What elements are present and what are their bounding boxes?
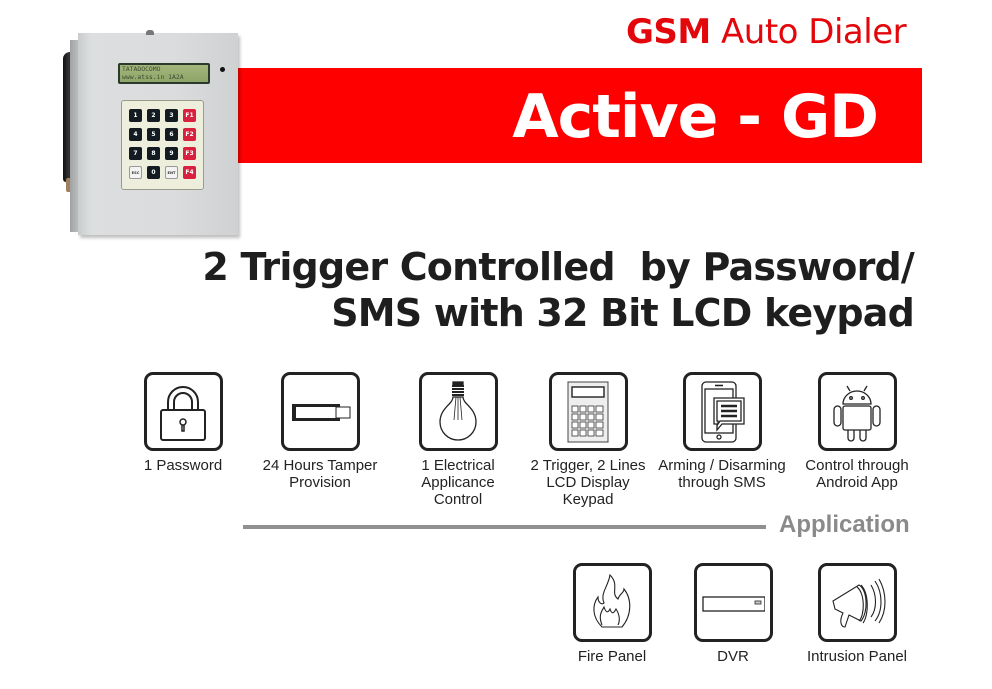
application-heading: Application (779, 511, 910, 538)
device-key-3: 3 (165, 109, 178, 122)
section-divider (243, 525, 766, 529)
device-key-esc: ESC (129, 166, 142, 179)
dvr-icon (702, 595, 765, 612)
feature-icon-box (682, 372, 762, 451)
fire-icon (593, 573, 631, 628)
device-lcd-screen: TATADOCOMO www.atss.in 1A2A (120, 65, 208, 82)
device-lcd: TATADOCOMO www.atss.in 1A2A (118, 63, 210, 84)
feature-label: 1 Electrical Applicance Control (421, 457, 495, 508)
android-icon (833, 385, 881, 442)
brand-title: GSM Auto Dialer (626, 12, 907, 52)
feature-android: Control through Android App (782, 372, 932, 491)
phone-sms-icon (701, 380, 745, 443)
device-keypad: 1 2 3 F1 4 5 6 F2 7 8 9 F3 ESC 0 ENT F4 (121, 100, 204, 190)
feature-appliance: 1 Electrical Applicance Control (383, 372, 533, 508)
application-fire-panel: Fire Panel (547, 563, 677, 665)
device-key-8: 8 (147, 147, 160, 160)
application-intrusion-panel: Intrusion Panel (792, 563, 922, 665)
siren-speaker-icon (832, 578, 886, 628)
device-key-6: 6 (165, 128, 178, 141)
headline: 2 Trigger Controlled by Password/SMS wit… (202, 244, 914, 336)
lcd-line-2: www.atss.in 1A2A (122, 73, 184, 81)
application-dvr: DVR (668, 563, 798, 665)
application-icon-box (817, 563, 897, 642)
application-label: Intrusion Panel (806, 648, 908, 665)
headline-line-1: 2 Trigger Controlled by Password/ (202, 245, 914, 289)
device-key-f3: F3 (183, 147, 196, 160)
feature-label: 1 Password (143, 457, 223, 474)
feature-icon-box (548, 372, 628, 451)
device-key-5: 5 (147, 128, 160, 141)
application-icon-box (572, 563, 652, 642)
application-icon-box (693, 563, 773, 642)
feature-label: 24 Hours Tamper Provision (262, 457, 378, 491)
device-key-f4: F4 (183, 166, 196, 179)
device-key-2: 2 (147, 109, 160, 122)
brand-title-bold: GSM (626, 12, 711, 52)
headline-line-2: SMS with 32 Bit LCD keypad (331, 291, 915, 335)
feature-icon-box (280, 372, 360, 451)
device-key-ent: ENT (165, 166, 178, 179)
feature-lcd-keypad: 2 Trigger, 2 Lines LCD Display Keypad (513, 372, 663, 508)
feature-icon-box (143, 372, 223, 451)
tamper-switch-icon (292, 403, 351, 421)
device-key-4: 4 (129, 128, 142, 141)
device-key-1: 1 (129, 109, 142, 122)
padlock-icon (160, 385, 206, 441)
application-label: DVR (717, 648, 749, 665)
feature-label: 2 Trigger, 2 Lines LCD Display Keypad (530, 457, 646, 508)
brand-title-rest: Auto Dialer (710, 12, 907, 52)
device-key-9: 9 (165, 147, 178, 160)
lcd-keypad-icon (567, 381, 609, 442)
status-led (220, 67, 225, 72)
device-key-f1: F1 (183, 109, 196, 122)
light-bulb-icon (439, 380, 477, 441)
device-key-0: 0 (147, 166, 160, 179)
product-name: Active - GD (512, 82, 879, 152)
feature-icon-box (418, 372, 498, 451)
feature-label: Control through Android App (805, 457, 909, 491)
feature-sms: Arming / Disarming through SMS (647, 372, 797, 491)
feature-label: Arming / Disarming through SMS (658, 457, 786, 491)
device-key-7: 7 (129, 147, 142, 160)
lcd-line-1: TATADOCOMO (122, 65, 161, 73)
device-key-f2: F2 (183, 128, 196, 141)
application-label: Fire Panel (577, 648, 647, 665)
feature-tamper: 24 Hours Tamper Provision (245, 372, 395, 491)
device-screw (146, 30, 154, 35)
feature-password: 1 Password (108, 372, 258, 474)
product-banner: Active - GD (238, 68, 922, 163)
feature-icon-box (817, 372, 897, 451)
